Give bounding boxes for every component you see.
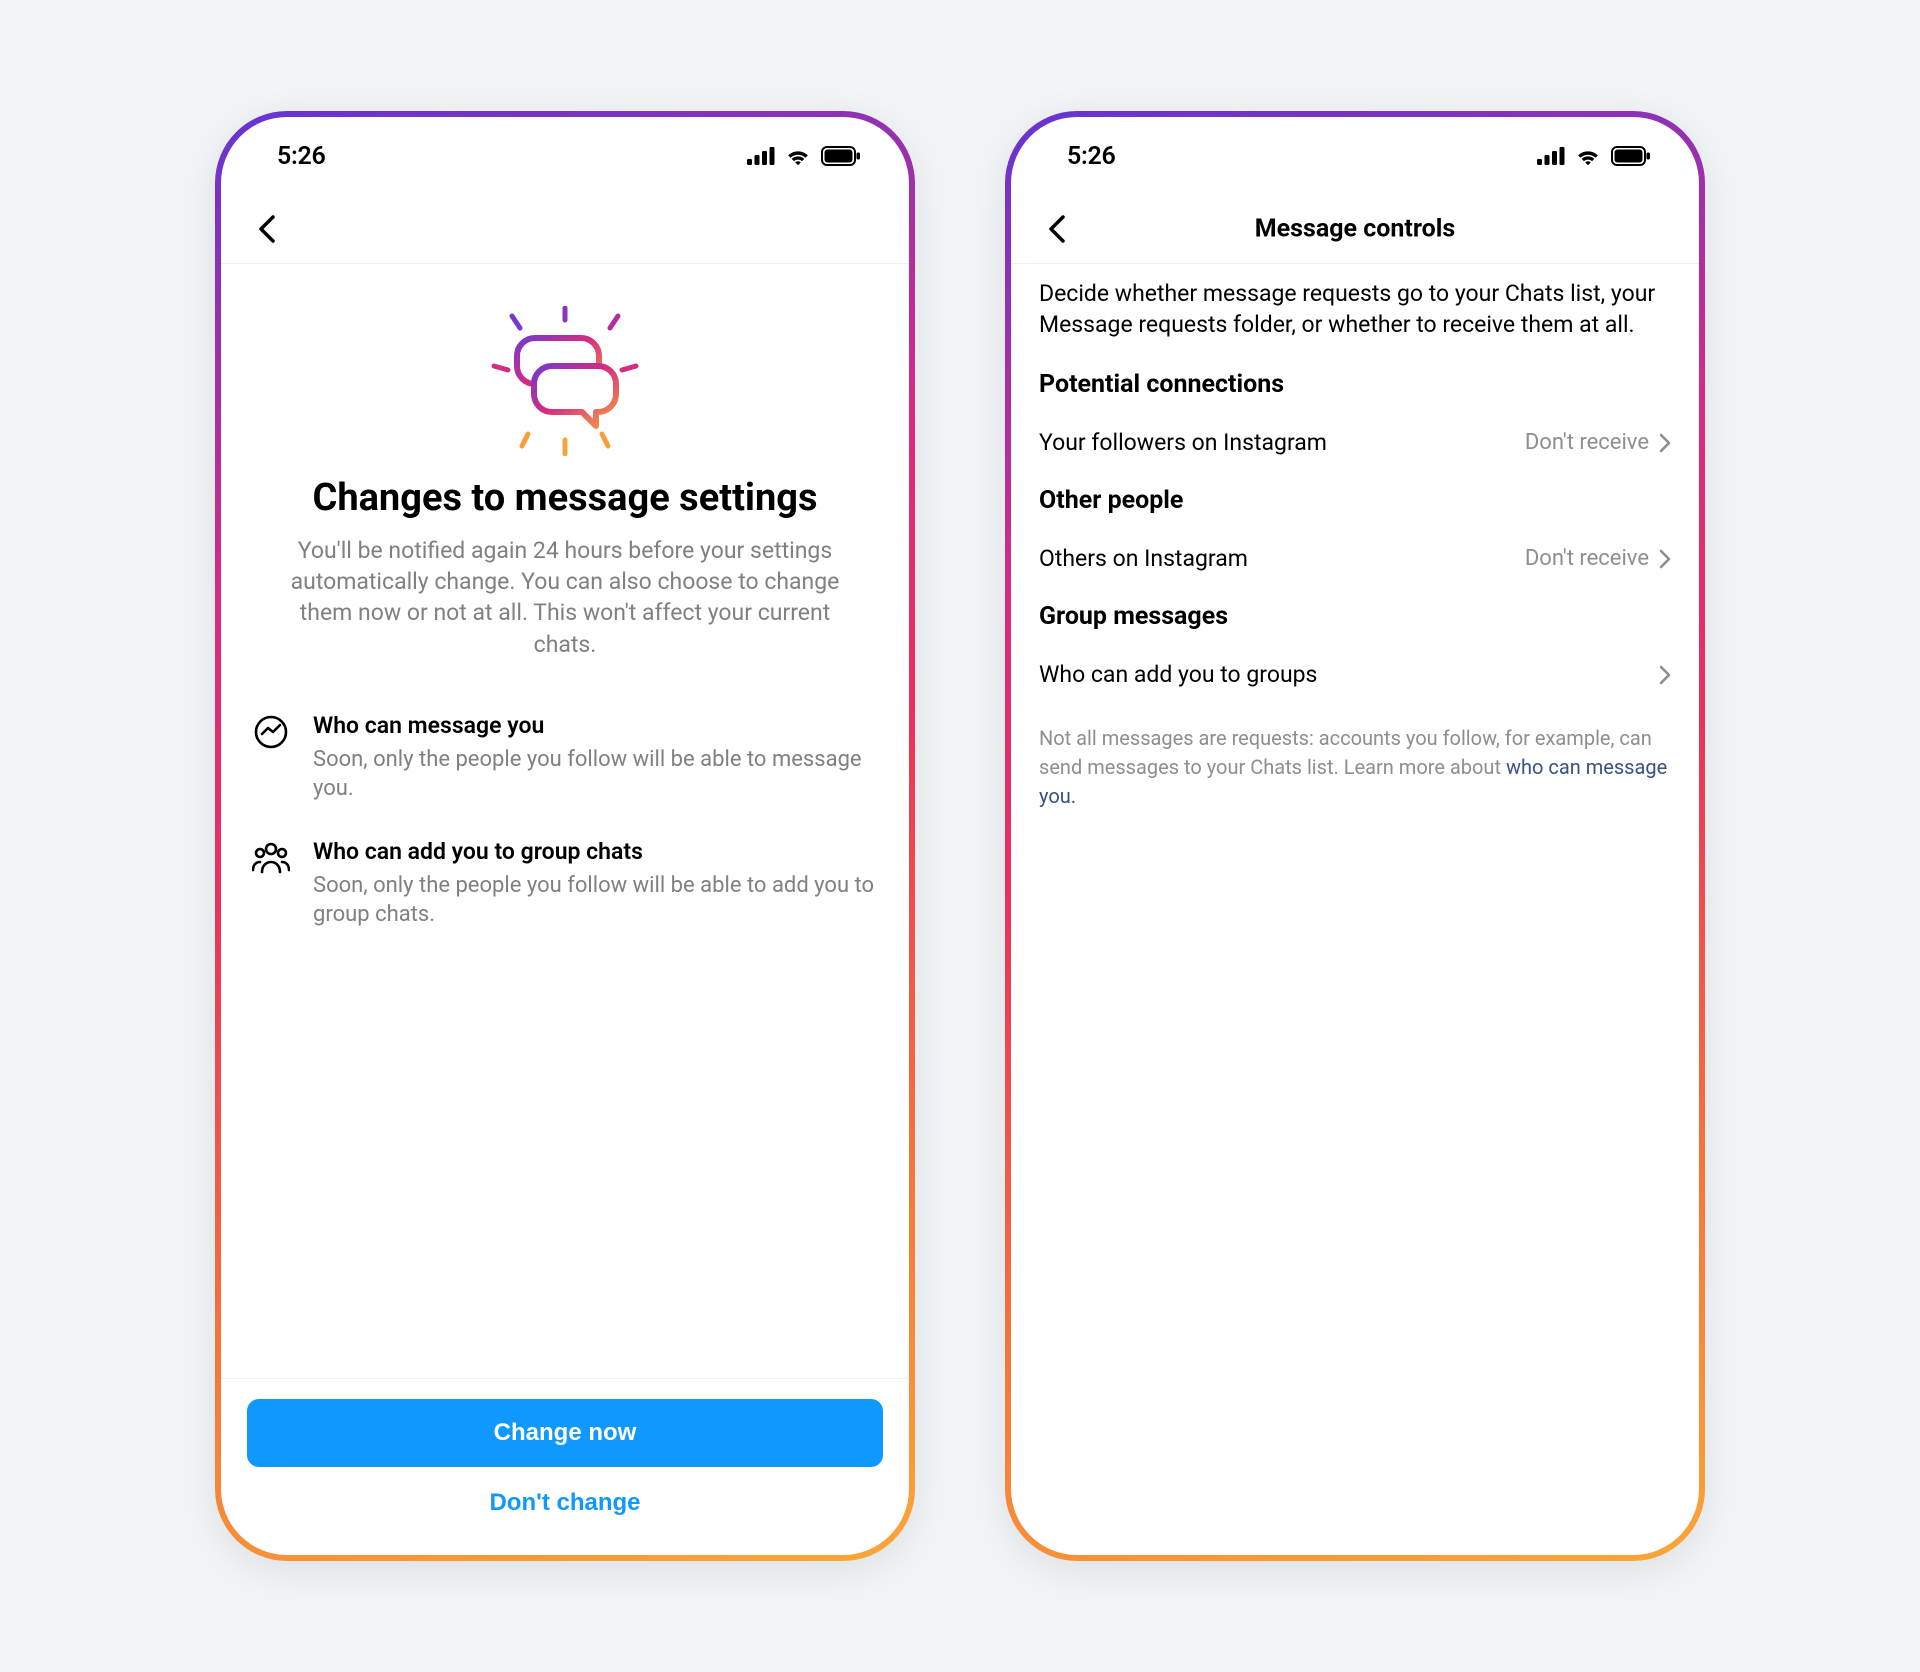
stage: 5:26 <box>175 71 1745 1601</box>
setting-title: Your followers on Instagram <box>1039 429 1327 456</box>
status-bar-time: 5:26 <box>1067 142 1115 171</box>
chevron-right-icon <box>1659 665 1671 685</box>
feature-body: Soon, only the people you follow will be… <box>313 745 879 804</box>
setting-value <box>1649 665 1671 685</box>
feature-row-message-you: Who can message you Soon, only the peopl… <box>251 712 879 804</box>
section-heading-potential: Potential connections <box>1039 370 1671 399</box>
wifi-icon <box>1575 146 1601 166</box>
setting-value-text: Don't receive <box>1525 430 1649 455</box>
spacer <box>221 964 909 1378</box>
feature-row-groups: Who can add you to group chats Soon, onl… <box>251 838 879 930</box>
section-heading-groups: Group messages <box>1039 602 1671 631</box>
messenger-icon <box>251 712 291 804</box>
status-bar-icons <box>747 146 861 166</box>
action-block: Change now Don't change <box>221 1378 909 1555</box>
chevron-right-icon <box>1659 433 1671 453</box>
back-button[interactable] <box>1035 207 1079 251</box>
battery-icon <box>821 146 861 166</box>
footer-note: Not all messages are requests: accounts … <box>1039 708 1671 811</box>
nav-bar: Message controls <box>1011 195 1699 264</box>
nav-bar <box>221 195 909 264</box>
group-icon <box>251 838 291 930</box>
feature-list: Who can message you Soon, only the peopl… <box>221 660 909 964</box>
section-heading-other: Other people <box>1039 486 1671 515</box>
page-title: Message controls <box>1011 215 1699 244</box>
phone-screen-1: 5:26 <box>221 117 909 1555</box>
dont-change-button[interactable]: Don't change <box>247 1467 883 1525</box>
setting-value: Don't receive <box>1525 546 1671 571</box>
feature-title: Who can add you to group chats <box>313 838 879 865</box>
phone-screen-2: 5:26 Message controls Decide whether mes… <box>1011 117 1699 1555</box>
battery-icon <box>1611 146 1651 166</box>
hero-block: Changes to message settings You'll be no… <box>221 264 909 660</box>
setting-title: Others on Instagram <box>1039 545 1248 572</box>
chat-bubbles-icon <box>475 306 655 456</box>
setting-value: Don't receive <box>1525 430 1671 455</box>
feature-title: Who can message you <box>313 712 879 739</box>
setting-value-text: Don't receive <box>1525 546 1649 571</box>
chevron-left-icon <box>1047 214 1067 244</box>
wifi-icon <box>785 146 811 166</box>
phone-frame-2: 5:26 Message controls Decide whether mes… <box>1005 111 1705 1561</box>
back-button[interactable] <box>245 207 289 251</box>
change-now-button[interactable]: Change now <box>247 1399 883 1467</box>
settings-body: Decide whether message requests go to yo… <box>1011 264 1699 811</box>
status-bar: 5:26 <box>1011 117 1699 195</box>
cellular-icon <box>747 147 775 165</box>
hero-title: Changes to message settings <box>249 476 881 521</box>
status-bar-time: 5:26 <box>277 142 325 171</box>
status-bar-icons <box>1537 146 1651 166</box>
setting-row-followers[interactable]: Your followers on Instagram Don't receiv… <box>1039 409 1671 476</box>
chevron-left-icon <box>257 214 277 244</box>
setting-row-others[interactable]: Others on Instagram Don't receive <box>1039 525 1671 592</box>
cellular-icon <box>1537 147 1565 165</box>
phone-frame-1: 5:26 <box>215 111 915 1561</box>
setting-row-groups[interactable]: Who can add you to groups <box>1039 641 1671 708</box>
chevron-right-icon <box>1659 549 1671 569</box>
status-bar: 5:26 <box>221 117 909 195</box>
setting-title: Who can add you to groups <box>1039 661 1317 688</box>
hero-description: You'll be notified again 24 hours before… <box>249 535 881 660</box>
intro-text: Decide whether message requests go to yo… <box>1039 278 1671 340</box>
feature-body: Soon, only the people you follow will be… <box>313 871 879 930</box>
